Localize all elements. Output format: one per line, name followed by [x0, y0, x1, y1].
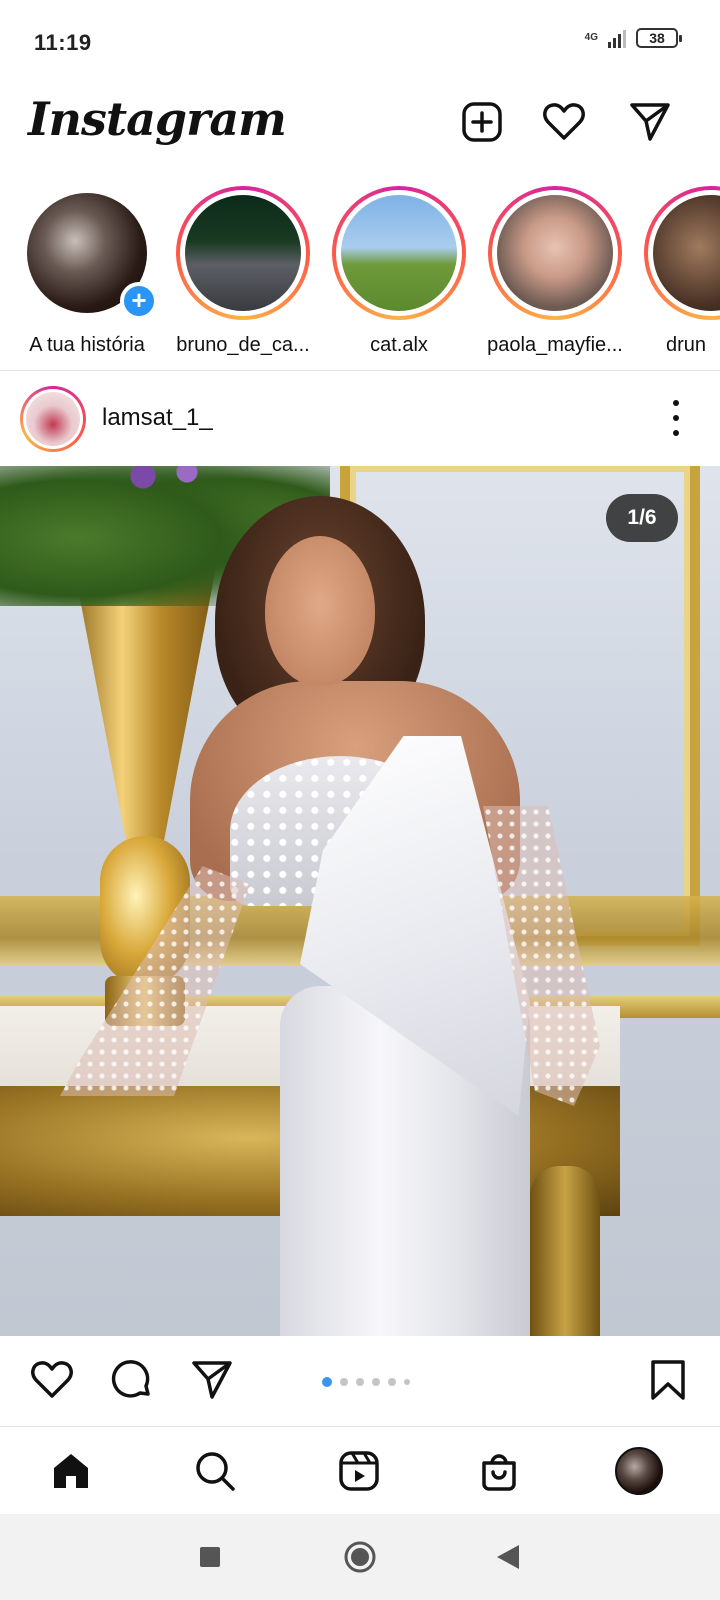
add-story-icon[interactable]: +	[120, 282, 158, 320]
story-avatar	[497, 195, 613, 311]
more-options-icon[interactable]	[670, 400, 682, 436]
divider	[0, 370, 720, 371]
post-author-avatar[interactable]	[20, 386, 86, 452]
carousel-dot	[356, 1378, 364, 1386]
story-item[interactable]: paola_mayfie...	[480, 186, 630, 357]
bottom-navigation	[0, 1428, 720, 1514]
profile-avatar[interactable]	[614, 1446, 664, 1496]
story-ring	[332, 186, 466, 320]
carousel-dot	[404, 1379, 410, 1385]
search-icon[interactable]	[190, 1446, 240, 1496]
story-ring	[644, 186, 720, 320]
story-label: A tua história	[29, 334, 145, 356]
carousel-dot	[388, 1378, 396, 1386]
top-app-bar: Instagram	[0, 86, 720, 176]
recents-button[interactable]	[192, 1539, 228, 1575]
post-username[interactable]: lamsat_1_	[102, 404, 213, 432]
post-image[interactable]: 1/6	[0, 466, 720, 1336]
story-avatar	[341, 195, 457, 311]
shop-icon[interactable]	[474, 1446, 524, 1496]
like-icon[interactable]	[28, 1356, 76, 1404]
direct-message-icon[interactable]	[626, 98, 674, 146]
story-label: cat.alx	[370, 334, 428, 356]
story-label: bruno_de_ca...	[176, 334, 310, 356]
story-label: drun	[666, 334, 707, 356]
story-label: paola_mayfie...	[487, 334, 623, 356]
battery-icon: 38	[636, 28, 682, 48]
network-type: 4G	[584, 32, 598, 43]
home-icon[interactable]	[46, 1446, 96, 1496]
divider	[0, 1426, 720, 1427]
share-icon[interactable]	[188, 1356, 236, 1404]
carousel-indicator	[322, 1377, 410, 1387]
carousel-dot	[372, 1378, 380, 1386]
post-action-bar	[0, 1336, 720, 1428]
story-ring	[488, 186, 622, 320]
story-avatar	[653, 195, 720, 311]
status-bar: 11:19 4G 38	[0, 0, 720, 86]
carousel-dot-active	[322, 1377, 332, 1387]
post-header: lamsat_1_	[0, 372, 720, 464]
signal-icon	[608, 28, 626, 48]
system-navigation-bar	[0, 1514, 720, 1600]
comment-icon[interactable]	[108, 1356, 156, 1404]
story-avatar	[185, 195, 301, 311]
image-counter: 1/6	[606, 494, 678, 542]
status-indicators: 4G 38	[584, 28, 682, 48]
save-icon[interactable]	[644, 1356, 692, 1404]
story-ring	[176, 186, 310, 320]
story-item[interactable]: bruno_de_ca...	[168, 186, 318, 357]
home-button[interactable]	[342, 1539, 378, 1575]
story-item[interactable]: drun	[644, 186, 720, 357]
new-post-icon[interactable]	[458, 98, 506, 146]
story-own[interactable]: + A tua história	[12, 186, 162, 357]
stories-tray: + A tua história bruno_de_ca... cat.alx …	[0, 180, 720, 370]
status-time: 11:19	[34, 30, 92, 55]
heart-icon[interactable]	[540, 98, 588, 146]
reels-icon[interactable]	[334, 1446, 384, 1496]
instagram-logo[interactable]: Instagram	[28, 92, 287, 146]
story-item[interactable]: cat.alx	[324, 186, 474, 357]
carousel-dot	[340, 1378, 348, 1386]
back-button[interactable]	[490, 1539, 526, 1575]
